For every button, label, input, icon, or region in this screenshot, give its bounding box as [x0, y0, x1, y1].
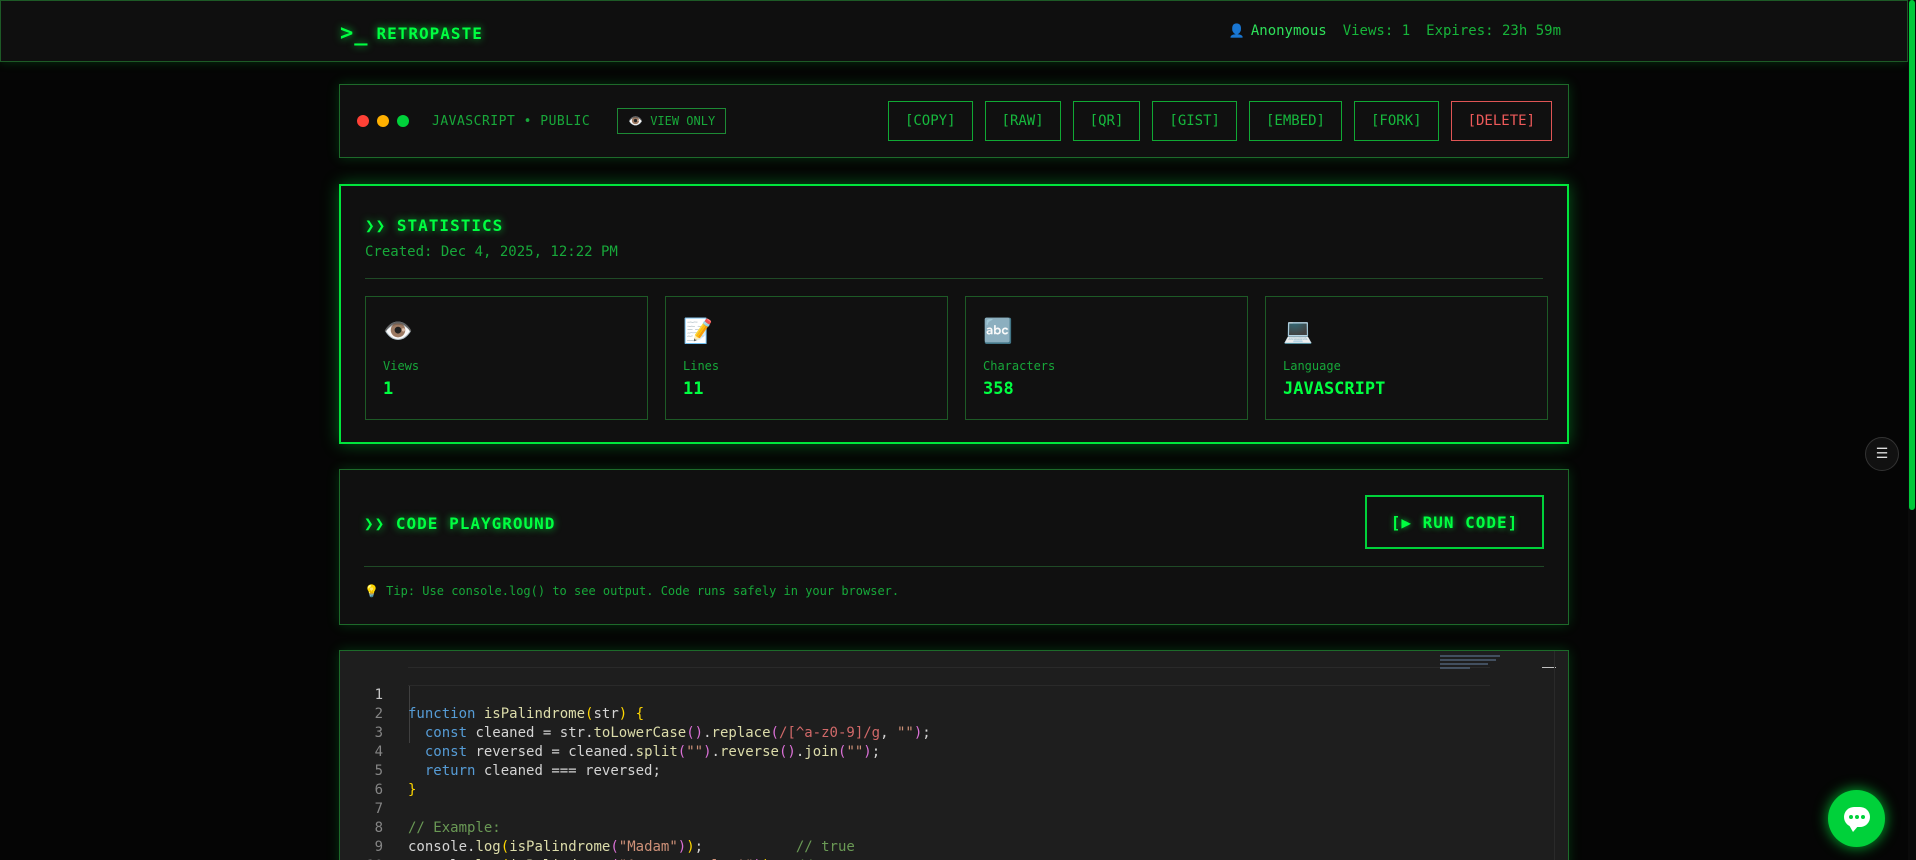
statistics-title: ❯❯ STATISTICS [365, 216, 504, 235]
stat-card-characters: 🔤 Characters 358 [965, 296, 1248, 420]
stat-value: 358 [983, 379, 1014, 399]
code-text: console.log(isPalindrome("Madam")); // t… [408, 839, 855, 855]
stat-card-views: 👁️ Views 1 [365, 296, 648, 420]
playground-tip: 💡 Tip: Use console.log() to see output. … [364, 584, 900, 598]
stat-label: Lines [683, 359, 720, 373]
stat-label: Language [1283, 359, 1341, 373]
code-line: 9 console.log(isPalindrome("A man, a pla… [340, 819, 855, 860]
code-line: 7 // Example: [340, 781, 501, 836]
red-dot-icon [357, 115, 369, 127]
code-text: function isPalindrome(str) { [408, 706, 645, 722]
chat-button[interactable] [1828, 790, 1885, 847]
stat-value: 11 [683, 379, 704, 399]
copy-button[interactable]: [COPY] [887, 101, 973, 141]
code-line: 1 function isPalindrome(str) { [340, 667, 645, 722]
created-date: Created: Dec 4, 2025, 12:22 PM [365, 244, 618, 260]
top-navbar: >_ RETROPASTE 👤 Anonymous Views: 1 Expires… [0, 0, 1908, 62]
brand-name: RETROPASTE [376, 24, 483, 43]
memo-icon: 📝 [683, 317, 713, 345]
embed-button[interactable]: [EMBED] [1248, 101, 1342, 141]
code-text: // Example: [408, 820, 501, 836]
abc-icon: 🔤 [983, 317, 1013, 345]
fork-button[interactable]: [FORK] [1353, 101, 1439, 141]
eye-icon: 👁️ [628, 114, 643, 128]
view-only-badge: 👁️ VIEW ONLY [617, 108, 727, 134]
user-info: 👤 Anonymous [1229, 23, 1327, 39]
brand-logo[interactable]: >_ RETROPASTE [340, 20, 483, 46]
code-editor[interactable]: 1 function isPalindrome(str) { 2 const c… [339, 650, 1569, 860]
paste-toolbar: JAVASCRIPT • PUBLIC 👁️ VIEW ONLY [COPY] … [339, 84, 1569, 158]
paste-meta: 👤 Anonymous Views: 1 Expires: 23h 59m [1229, 23, 1561, 39]
raw-button[interactable]: [RAW] [984, 101, 1061, 141]
divider [365, 278, 1543, 279]
username: Anonymous [1250, 23, 1327, 39]
delete-button[interactable]: [DELETE] [1450, 101, 1552, 141]
stat-value: JAVASCRIPT [1283, 379, 1386, 399]
code-line: 5 } [340, 743, 417, 798]
stat-card-language: 💻 Language JAVASCRIPT [1265, 296, 1548, 420]
gist-button[interactable]: [GIST] [1152, 101, 1237, 141]
run-code-button[interactable]: [▶ RUN CODE] [1365, 495, 1544, 549]
playground-title: ❯❯ CODE PLAYGROUND [364, 514, 556, 533]
code-line: 4 return cleaned === reversed; [340, 724, 661, 779]
editor-scrollbar[interactable] [1554, 651, 1568, 860]
user-icon: 👤 [1228, 24, 1245, 39]
terminal-prompt-icon: >_ [340, 21, 369, 46]
laptop-icon: 💻 [1283, 317, 1313, 345]
code-text: const reversed = cleaned.split("").rever… [424, 744, 881, 760]
code-line: 8 console.log(isPalindrome("Madam")); //… [340, 800, 855, 855]
expires-in: Expires: 23h 59m [1426, 23, 1561, 39]
editor-minimap[interactable] [1440, 653, 1500, 683]
stat-label: Characters [983, 359, 1056, 373]
views-count: Views: 1 [1342, 23, 1411, 39]
green-dot-icon [397, 115, 409, 127]
page-scrollbar[interactable] [1908, 0, 1916, 860]
code-line: 3 const reversed = cleaned.split("").rev… [340, 705, 881, 760]
code-text: const cleaned = str.toLowerCase().replac… [424, 725, 931, 741]
chat-bubble-icon [1844, 807, 1870, 832]
statistics-panel: ❯❯ STATISTICS Created: Dec 4, 2025, 12:2… [339, 184, 1569, 444]
code-line: 2 const cleaned = str.toLowerCase().repl… [340, 686, 931, 741]
settings-list-icon[interactable]: ☰ [1865, 437, 1899, 471]
stat-value: 1 [383, 379, 394, 399]
qr-button[interactable]: [QR] [1072, 101, 1141, 141]
stat-card-lines: 📝 Lines 11 [665, 296, 948, 420]
window-dots [357, 115, 409, 127]
stat-label: Views [383, 359, 420, 373]
code-lines: 1 function isPalindrome(str) { 2 const c… [340, 667, 931, 860]
divider [364, 566, 1544, 567]
code-line: 10 console.log(isPalindrome("hello")); /… [340, 838, 391, 860]
code-playground-panel: ❯❯ CODE PLAYGROUND [▶ RUN CODE] 💡 Tip: U… [339, 469, 1569, 625]
stat-cards: 👁️ Views 1 📝 Lines 11 🔤 Characters 358 💻… [365, 296, 1548, 420]
scrollbar-thumb[interactable] [1909, 0, 1915, 510]
code-line: 6 [340, 762, 391, 798]
current-line-highlight [408, 667, 1490, 686]
view-only-label: VIEW ONLY [650, 114, 716, 128]
language-visibility: JAVASCRIPT • PUBLIC [432, 114, 591, 129]
code-text: } [408, 782, 417, 798]
eye-icon: 👁️ [383, 317, 413, 345]
yellow-dot-icon [377, 115, 389, 127]
action-buttons: [COPY] [RAW] [QR] [GIST] [EMBED] [FORK] … [887, 101, 1552, 141]
code-text: return cleaned === reversed; [424, 763, 661, 779]
